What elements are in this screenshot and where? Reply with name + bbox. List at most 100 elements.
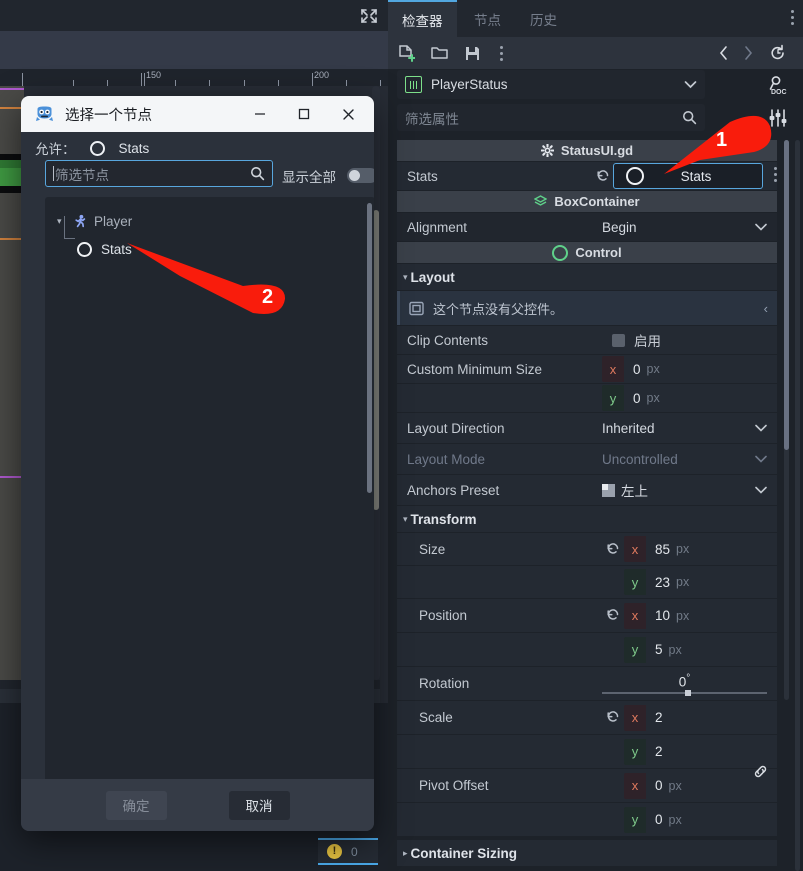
alignment-dropdown[interactable]: Begin bbox=[602, 220, 777, 235]
collapse-icon[interactable]: ‹ bbox=[764, 301, 768, 316]
inspector-scrollbar-thumb[interactable] bbox=[784, 140, 789, 450]
tree-scrollbar[interactable] bbox=[367, 203, 372, 493]
clip-contents-checkbox[interactable] bbox=[612, 333, 625, 347]
property-row-position-y[interactable]: y 5 px bbox=[397, 633, 777, 666]
rotation-knob[interactable] bbox=[684, 690, 691, 697]
property-row-layout-mode[interactable]: Layout Mode Uncontrolled bbox=[397, 444, 777, 474]
position-y-value[interactable]: 5 bbox=[646, 642, 663, 657]
open-documentation-icon[interactable]: DOC bbox=[762, 70, 794, 99]
tab-node[interactable]: 节点 bbox=[460, 0, 515, 37]
folder-open-icon[interactable] bbox=[431, 45, 448, 65]
property-menu-icon[interactable] bbox=[773, 167, 777, 185]
alignment-value: Begin bbox=[602, 219, 637, 235]
dialog-titlebar[interactable]: 选择一个节点 bbox=[21, 96, 374, 132]
link-icon[interactable] bbox=[752, 763, 769, 783]
select-node-dialog[interactable]: 选择一个节点 允许： Stats 筛选节点 显示全部 ▾ Player Stat… bbox=[21, 96, 374, 831]
close-button[interactable] bbox=[326, 96, 370, 132]
status-badge[interactable]: ! 0 bbox=[318, 838, 378, 865]
section-layout-label: Layout bbox=[410, 269, 455, 285]
node-tree[interactable]: ▾ Player Stats bbox=[45, 197, 374, 831]
history-icon[interactable] bbox=[769, 44, 787, 65]
section-container-sizing[interactable]: ▸ Container Sizing bbox=[397, 840, 777, 866]
stats-node-field[interactable]: Stats bbox=[612, 163, 763, 189]
custom-min-size-x-value[interactable]: 0 bbox=[624, 362, 641, 377]
property-row-rotation[interactable]: Rotation 0° bbox=[397, 667, 777, 700]
property-row-position-x[interactable]: Position x 10 px bbox=[397, 599, 777, 632]
property-row-size-x[interactable]: Size x 85 px bbox=[397, 533, 777, 565]
property-row-pivot-offset-x[interactable]: Pivot Offset x 0 px bbox=[397, 769, 777, 802]
unit-px: px bbox=[668, 778, 682, 793]
rotation-slider[interactable]: 0° bbox=[602, 673, 777, 697]
property-row-scale-y[interactable]: y 2 bbox=[397, 735, 777, 778]
tab-inspector[interactable]: 检查器 bbox=[388, 0, 457, 37]
maximize-button[interactable] bbox=[282, 96, 326, 132]
chevron-down-icon bbox=[755, 223, 767, 231]
cancel-button[interactable]: 取消 bbox=[228, 790, 290, 820]
minimize-button[interactable] bbox=[238, 96, 282, 132]
property-row-custom-minimum-size-y[interactable]: y 0 px bbox=[397, 384, 777, 412]
pivot-offset-x-value[interactable]: 0 bbox=[646, 778, 663, 793]
property-label-alignment: Alignment bbox=[407, 219, 468, 235]
save-icon[interactable] bbox=[464, 45, 481, 65]
ok-button[interactable]: 确定 bbox=[105, 790, 167, 820]
scale-x-value[interactable]: 2 bbox=[646, 710, 663, 725]
revert-icon[interactable] bbox=[602, 709, 624, 726]
property-list[interactable]: StatusUI.gd Stats Stats BoxContainer Ali… bbox=[397, 140, 777, 871]
property-row-pivot-offset-y[interactable]: y 0 px bbox=[397, 803, 777, 836]
axis-x-label: x bbox=[602, 356, 624, 382]
position-x-value[interactable]: 10 bbox=[646, 608, 670, 623]
chevron-down-icon[interactable] bbox=[684, 80, 697, 89]
section-transform-label: Transform bbox=[410, 511, 477, 527]
dock-outer-scrollbar[interactable] bbox=[795, 140, 800, 871]
node-filter-field[interactable]: 筛选节点 bbox=[45, 160, 273, 187]
viewport-subtoolbar bbox=[0, 31, 388, 69]
chevron-right-icon[interactable] bbox=[742, 45, 754, 64]
expand-icon[interactable] bbox=[360, 8, 378, 24]
property-row-layout-direction[interactable]: Layout Direction Inherited bbox=[397, 413, 777, 443]
dock-menu-icon[interactable] bbox=[791, 10, 794, 28]
custom-min-size-y-value[interactable]: 0 bbox=[624, 391, 641, 406]
property-row-stats[interactable]: Stats Stats bbox=[397, 162, 777, 190]
size-y-value[interactable]: 23 bbox=[646, 575, 670, 590]
search-icon[interactable] bbox=[250, 166, 265, 181]
size-x-value[interactable]: 85 bbox=[646, 542, 670, 557]
axis-x-label: x bbox=[624, 704, 646, 731]
tree-item-stats[interactable]: Stats bbox=[45, 235, 374, 263]
rotation-track[interactable] bbox=[602, 690, 767, 697]
layout-direction-dropdown[interactable]: Inherited bbox=[602, 421, 777, 436]
chevron-left-icon[interactable] bbox=[718, 45, 730, 64]
property-row-scale-x[interactable]: Scale x 2 bbox=[397, 701, 777, 734]
axis-y-label: y bbox=[602, 385, 624, 411]
property-row-custom-minimum-size-x[interactable]: Custom Minimum Size x 0 px bbox=[397, 355, 777, 383]
anchors-preset-dropdown[interactable]: 左上 bbox=[602, 480, 777, 500]
section-transform[interactable]: ▾ Transform bbox=[397, 506, 777, 532]
revert-icon[interactable] bbox=[602, 607, 624, 624]
node-filter-placeholder: 筛选节点 bbox=[55, 167, 109, 183]
revert-icon[interactable] bbox=[602, 541, 624, 558]
property-row-alignment[interactable]: Alignment Begin bbox=[397, 213, 777, 241]
section-layout[interactable]: ▾ Layout bbox=[397, 264, 777, 290]
search-icon[interactable] bbox=[682, 110, 697, 125]
category-boxcontainer-label: BoxContainer bbox=[554, 194, 640, 209]
layout-direction-value: Inherited bbox=[602, 420, 655, 436]
axis-x-label: x bbox=[624, 536, 646, 562]
show-all-toggle[interactable] bbox=[347, 168, 374, 183]
property-row-anchors-preset[interactable]: Anchors Preset 左上 bbox=[397, 475, 777, 505]
property-row-size-y[interactable]: y 23 px bbox=[397, 566, 777, 598]
property-label-custom-minimum-size: Custom Minimum Size bbox=[407, 361, 543, 377]
layout-mode-dropdown[interactable]: Uncontrolled bbox=[602, 452, 777, 467]
object-tools-icon[interactable] bbox=[762, 104, 794, 131]
tab-history[interactable]: 历史 bbox=[516, 0, 571, 37]
property-label-layout-mode: Layout Mode bbox=[407, 451, 486, 467]
scale-y-value[interactable]: 2 bbox=[646, 744, 663, 759]
tree-item-player[interactable]: ▾ Player bbox=[45, 207, 374, 235]
pivot-offset-y-value[interactable]: 0 bbox=[646, 812, 663, 827]
unit-px: px bbox=[668, 642, 682, 657]
property-row-clip-contents[interactable]: Clip Contents 启用 bbox=[397, 326, 777, 354]
inspected-object-row[interactable]: PlayerStatus bbox=[397, 70, 705, 99]
property-filter-field[interactable]: 筛选属性 bbox=[397, 104, 705, 131]
node-icon bbox=[77, 241, 92, 257]
inspector-more-icon[interactable] bbox=[500, 46, 503, 64]
new-resource-icon[interactable] bbox=[398, 45, 416, 65]
revert-icon[interactable] bbox=[592, 168, 613, 185]
